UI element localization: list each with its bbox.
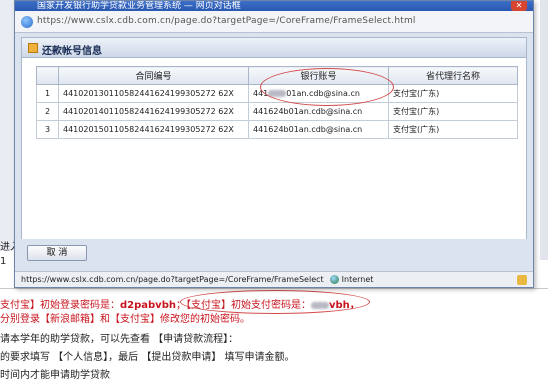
internet-zone-icon [329,275,339,284]
background-number: 1 [0,256,7,267]
dialog-content: 还款帐号信息 合同编号 银行账号 省代理行名称 1 44102013011058… [21,37,527,257]
divider [0,288,548,289]
status-url: https://www.cslx.cdb.com.cn/page.do?targ… [21,275,324,284]
row-index: 3 [36,120,59,139]
dialog-titlebar: 国家开发银行助学贷款业务管理系统 — 网页对话框 [15,1,533,11]
highlight-oval [260,68,394,106]
globe-icon [21,16,33,28]
status-bar: https://www.cslx.cdb.com.cn/page.do?targ… [15,271,533,287]
cancel-button[interactable]: 取 消 [27,245,87,261]
address-url: https://www.cslx.cdb.com.cn/page.do?targ… [37,16,416,26]
table-row[interactable]: 3 441020150110582441624199305272 62X 441… [36,120,518,139]
background-sidebar [0,0,14,250]
column-header-index [36,66,59,85]
section-title: 还款帐号信息 [42,46,102,57]
zone-label: Internet [341,275,374,284]
background-scroll-strip [540,0,548,260]
status-text: https://www.cslx.cdb.com.cn/page.do?targ… [21,275,373,284]
row-index: 2 [36,102,59,121]
lock-icon [517,275,527,285]
fill-instruction-line: 的要求填写 【个人信息】，最后 【提出贷款申请】 填写申请金额。 [0,352,295,363]
table-row[interactable]: 2 441020140110582441624199305272 62X 441… [36,102,518,121]
row-index: 1 [36,84,59,103]
bank-name: 支付宝(广东) [388,102,518,121]
change-password-notice: 分别登录【新浪邮箱】和【支付宝】修改您的初始密码。 [0,314,250,325]
section-header: 还款帐号信息 [22,38,526,58]
folder-icon [28,43,38,53]
bank-account: 441624b01an.cdb@sina.cn [248,120,389,139]
time-notice-line: 时间内才能申请助学贷款 [0,370,110,381]
address-bar: https://www.cslx.cdb.com.cn/page.do?targ… [15,11,533,33]
contract-number: 441020130110582441624199305272 62X [58,84,249,103]
bank-name: 支付宝(广东) [388,84,518,103]
highlight-oval [180,290,370,314]
bank-name: 支付宝(广东) [388,120,518,139]
column-header-contract: 合同编号 [58,66,249,85]
dialog-window: 国家开发银行助学贷款业务管理系统 — 网页对话框 ✕ https://www.c… [14,0,534,288]
close-button[interactable]: ✕ [511,1,527,11]
loan-instruction-line: 请本学年的助学贷款，可以先查看 【申请贷款流程】： [0,334,239,345]
column-header-bank: 省代理行名称 [388,66,518,85]
contract-number: 441020140110582441624199305272 62X [58,102,249,121]
contract-number: 441020150110582441624199305272 62X [58,120,249,139]
dialog-footer: 取 消 [21,239,527,267]
